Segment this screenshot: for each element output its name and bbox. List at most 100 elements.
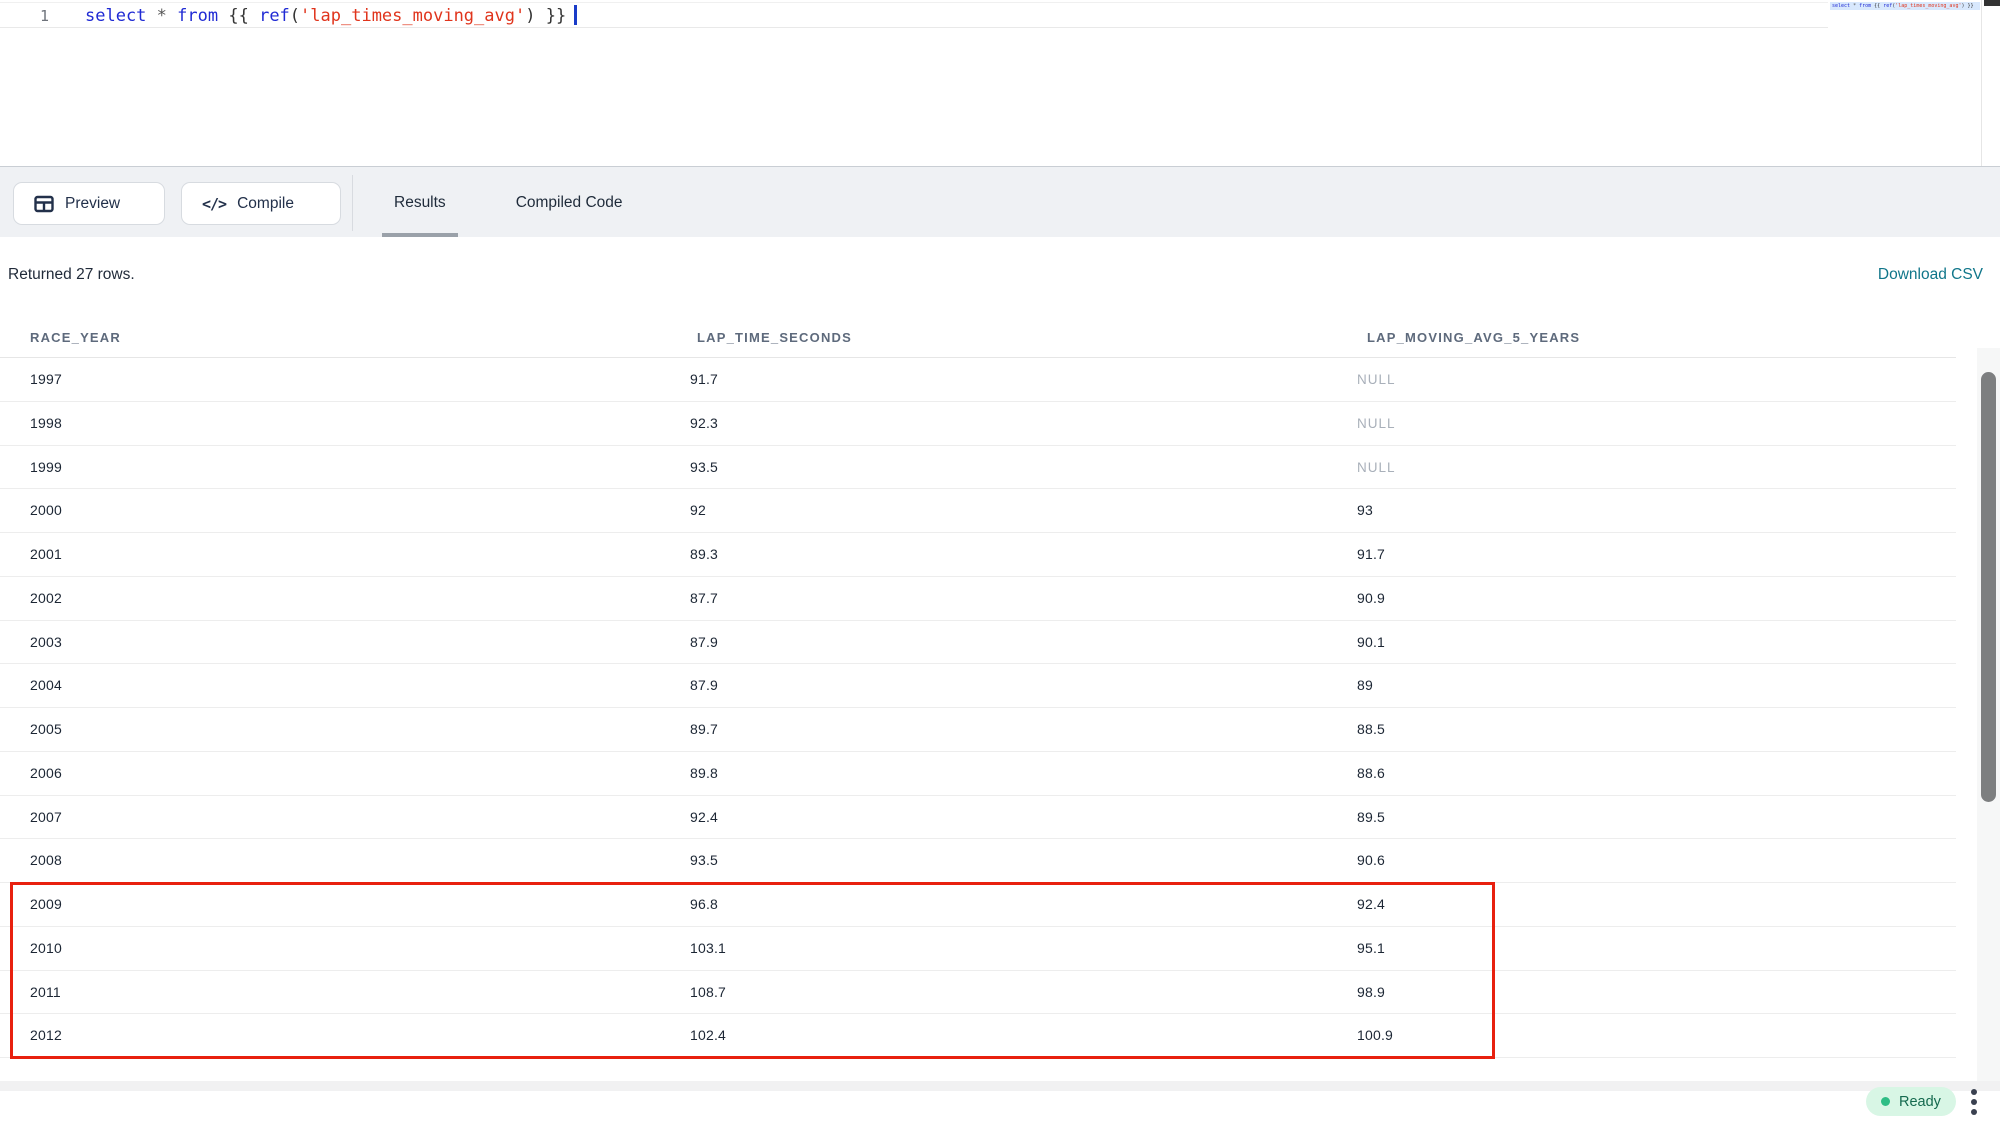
code-brackets-icon: </> (202, 195, 226, 213)
toolbar-divider (352, 175, 353, 231)
table-cell: 89.5 (1357, 796, 1385, 840)
code-token: 'lap_times_moving_avg' (300, 6, 525, 26)
code-editor[interactable]: 1 select * from {{ ref('lap_times_moving… (0, 0, 2000, 166)
table-row: 200996.892.4 (0, 883, 1956, 927)
table-cell: 2005 (30, 708, 62, 752)
minimap-code-text: select * from {{ ref('lap_times_moving_a… (1832, 3, 1974, 9)
code-token (146, 6, 156, 26)
table-cell: 93.5 (690, 839, 718, 883)
preview-button[interactable]: Preview (13, 182, 165, 225)
kebab-menu-icon[interactable] (1966, 1088, 1982, 1116)
table-cell: 1997 (30, 358, 62, 402)
table-cell: 88.6 (1357, 752, 1385, 796)
code-token: select (85, 6, 146, 26)
code-token: from (1859, 3, 1871, 9)
table-cell: 2009 (30, 883, 62, 927)
table-cell: 2011 (30, 971, 61, 1015)
preview-button-label: Preview (65, 195, 120, 213)
code-token: ) (525, 6, 535, 26)
table-cell: 91.7 (1357, 533, 1385, 577)
table-cell: 2000 (30, 489, 62, 533)
table-cell: 87.9 (690, 621, 718, 665)
table-cell: 92.4 (690, 796, 718, 840)
code-token: select (1832, 3, 1850, 9)
table-cell: 96.8 (690, 883, 718, 927)
table-cell: 103.1 (690, 927, 726, 971)
table-cell: 2008 (30, 839, 62, 883)
table-row: 200189.391.7 (0, 533, 1956, 577)
dbt-ide-window: 1 select * from {{ ref('lap_times_moving… (0, 0, 2000, 1124)
code-line[interactable]: select * from {{ ref('lap_times_moving_a… (85, 4, 577, 28)
table-cell: 100.9 (1357, 1014, 1393, 1058)
code-token: }} (1965, 3, 1974, 9)
table-cell: 90.9 (1357, 577, 1385, 621)
code-token: ref (259, 6, 290, 26)
results-scrollbar-thumb[interactable] (1981, 372, 1996, 802)
code-token: from (177, 6, 218, 26)
text-cursor (574, 5, 577, 25)
table-cell: 102.4 (690, 1014, 726, 1058)
table-cell: 2012 (30, 1014, 62, 1058)
table-cell: 2004 (30, 664, 62, 708)
table-row: 2010103.195.1 (0, 927, 1956, 971)
table-grid-icon (34, 195, 54, 213)
table-row: 199993.5NULL (0, 446, 1956, 490)
line-number: 1 (40, 4, 66, 28)
table-cell: 89.8 (690, 752, 718, 796)
table-row: 2008 93.5 90.6 (0, 839, 1956, 883)
table-row: 2000 92 93 (0, 489, 1956, 533)
table-cell: 95.1 (1357, 927, 1385, 971)
results-panel: Returned 27 rows. Download CSV RACE_YEAR… (0, 237, 2000, 1081)
code-token: * (157, 6, 167, 26)
table-row: 2011 108.7 98.9 (0, 971, 1956, 1015)
ready-status-badge: Ready (1866, 1087, 1956, 1116)
column-header: LAP_MOVING_AVG_5_YEARS (1367, 318, 1580, 358)
editor-right-divider (1981, 0, 1982, 166)
panel-bottom-divider (0, 1081, 2000, 1091)
table-cell: 1999 (30, 446, 62, 490)
tab-results[interactable]: Results (382, 167, 458, 238)
table-cell: 2002 (30, 577, 62, 621)
table-cell: NULL (1357, 358, 1396, 402)
results-scrollbar-track[interactable] (1977, 348, 2000, 1081)
table-cell: 91.7 (690, 358, 718, 402)
table-cell: 89.7 (690, 708, 718, 752)
table-cell: 93 (1357, 489, 1373, 533)
table-header-row: RACE_YEARLAP_TIME_SECONDSLAP_MOVING_AVG_… (0, 318, 1956, 358)
editor-minimap[interactable]: select * from {{ ref('lap_times_moving_a… (1830, 0, 1980, 166)
table-cell: 2006 (30, 752, 62, 796)
code-token: ( (290, 6, 300, 26)
table-cell: 89 (1357, 664, 1373, 708)
row-count-summary: Returned 27 rows. (8, 266, 135, 284)
table-row: 2012 102.4 100.9 (0, 1014, 1956, 1058)
table-cell: 98.9 (1357, 971, 1385, 1015)
download-csv-link[interactable]: Download CSV (1878, 266, 1983, 284)
ready-status-dot-icon (1881, 1097, 1890, 1106)
table-row: 2006 89.8 88.6 (0, 752, 1956, 796)
table-cell: 1998 (30, 402, 62, 446)
table-cell: 93.5 (690, 446, 718, 490)
code-token: {{ (1871, 3, 1883, 9)
table-row: 2005 89.7 88.5 (0, 708, 1956, 752)
table-cell: 92.3 (690, 402, 718, 446)
compile-button[interactable]: </> Compile (181, 182, 341, 225)
table-body: 199791.7NULL199892.3NULL199993.5NULL2000… (0, 358, 1956, 1058)
code-token (167, 6, 177, 26)
results-table: RACE_YEARLAP_TIME_SECONDSLAP_MOVING_AVG_… (0, 318, 1956, 1058)
table-cell: 88.5 (1357, 708, 1385, 752)
tab-compiled-code[interactable]: Compiled Code (504, 167, 635, 238)
table-row: 2007 92.4 89.5 (0, 796, 1956, 840)
table-cell: 90.6 (1357, 839, 1385, 883)
code-token: 'lap_times_moving_avg' (1895, 3, 1961, 9)
editor-scrollbar-thumb[interactable] (1984, 0, 2000, 6)
table-cell: 108.7 (690, 971, 726, 1015)
status-bar (0, 1091, 2000, 1124)
column-header: RACE_YEAR (30, 318, 121, 358)
code-token: }} (535, 6, 566, 26)
table-cell: 2003 (30, 621, 62, 665)
table-cell: 92 (690, 489, 706, 533)
table-row: 199892.3NULL (0, 402, 1956, 446)
ready-status-label: Ready (1899, 1094, 1941, 1110)
table-cell: 2007 (30, 796, 62, 840)
results-toolbar: Preview </> Compile Results Compiled Code (0, 166, 2000, 237)
